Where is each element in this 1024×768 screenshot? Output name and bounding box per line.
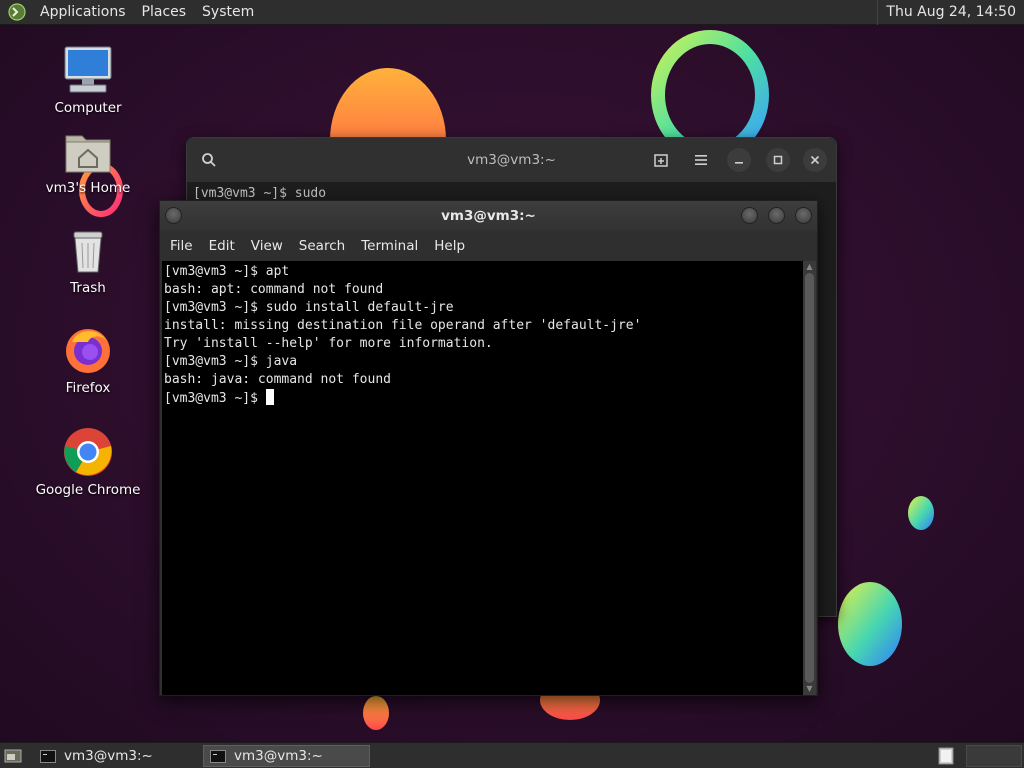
menu-help[interactable]: Help [426, 231, 473, 261]
bottom-panel: vm3@vm3:~ vm3@vm3:~ [0, 742, 1024, 768]
terminal-prompt-line[interactable]: [vm3@vm3 ~]$ [164, 389, 804, 407]
terminal-line: [vm3@vm3 ~]$ java [164, 354, 298, 369]
applications-menu[interactable]: Applications [32, 0, 134, 25]
front-terminal-title: vm3@vm3:~ [441, 208, 536, 224]
trash-icon [73, 231, 103, 273]
close-icon[interactable] [803, 148, 827, 172]
chrome-icon [64, 428, 112, 476]
desktop-icon-firefox[interactable]: Firefox [28, 324, 148, 396]
desktop-icon-home[interactable]: vm3's Home [28, 128, 148, 196]
desktop-icon-computer[interactable]: Computer [28, 44, 148, 116]
places-menu[interactable]: Places [134, 0, 195, 25]
desktop-icon-trash[interactable]: Trash [28, 228, 148, 296]
terminal-line: Try 'install --help' for more informatio… [164, 336, 493, 351]
taskbar-item-label: vm3@vm3:~ [64, 748, 153, 764]
mate-logo-icon[interactable] [8, 3, 26, 21]
terminal-line: [vm3@vm3 ~]$ sudo install default-jre [164, 300, 454, 315]
maximize-icon[interactable] [768, 207, 785, 224]
terminal-prompt: [vm3@vm3 ~]$ [164, 391, 266, 406]
top-panel: Applications Places System Thu Aug 24, 1… [0, 0, 1024, 25]
front-terminal-titlebar[interactable]: vm3@vm3:~ [160, 201, 817, 231]
terminal-screen[interactable]: [vm3@vm3 ~]$ apt bash: apt: command not … [162, 261, 804, 695]
menu-file[interactable]: File [162, 231, 201, 261]
workspace-switcher-icon[interactable] [938, 747, 954, 765]
desktop-icon-label: Firefox [65, 380, 111, 396]
menu-view[interactable]: View [243, 231, 291, 261]
menu-search[interactable]: Search [291, 231, 353, 261]
desktop-icon-label: Google Chrome [35, 482, 141, 498]
desktop-icon-chrome[interactable]: Google Chrome [28, 426, 148, 498]
taskbar-item-terminal-2[interactable]: vm3@vm3:~ [203, 745, 370, 767]
desktop-icon-label: vm3's Home [45, 180, 131, 196]
scrollbar-thumb[interactable] [805, 273, 814, 683]
home-folder-icon [65, 135, 111, 173]
minimize-icon[interactable] [727, 148, 751, 172]
firefox-icon [66, 329, 110, 373]
terminal-menubar: File Edit View Search Terminal Help [160, 231, 817, 261]
scroll-up-icon[interactable]: ▲ [803, 261, 816, 273]
taskbar-item-terminal-1[interactable]: vm3@vm3:~ [34, 745, 200, 767]
taskbar-item-label: vm3@vm3:~ [234, 748, 323, 764]
desktop-icon-label: Computer [54, 100, 122, 116]
system-menu[interactable]: System [194, 0, 262, 25]
new-tab-icon[interactable] [649, 148, 673, 172]
terminal-line: bash: apt: command not found [164, 282, 384, 297]
desktop-icon-label: Trash [70, 280, 106, 296]
clock[interactable]: Thu Aug 24, 14:50 [877, 0, 1024, 25]
show-desktop-icon[interactable] [4, 747, 22, 765]
terminal-line: bash: java: command not found [164, 372, 391, 387]
workspace-button[interactable] [966, 745, 1022, 767]
back-terminal-headerbar[interactable]: vm3@vm3:~ [187, 138, 836, 182]
text-cursor [265, 389, 274, 405]
computer-icon [64, 46, 112, 93]
scroll-down-icon[interactable]: ▼ [803, 683, 816, 695]
minimize-icon[interactable] [741, 207, 758, 224]
terminal-scrollbar[interactable]: ▲ ▼ [803, 261, 816, 695]
terminal-icon [40, 749, 56, 763]
terminal-icon [210, 749, 226, 763]
maximize-icon[interactable] [766, 148, 790, 172]
menu-edit[interactable]: Edit [201, 231, 243, 261]
hamburger-menu-icon[interactable] [689, 148, 713, 172]
close-icon[interactable] [795, 207, 812, 224]
menu-terminal[interactable]: Terminal [353, 231, 426, 261]
terminal-line: install: missing destination file operan… [164, 318, 642, 333]
terminal-line: [vm3@vm3 ~]$ apt [164, 264, 290, 279]
front-terminal-window[interactable]: vm3@vm3:~ File Edit View Search Terminal… [159, 200, 818, 696]
